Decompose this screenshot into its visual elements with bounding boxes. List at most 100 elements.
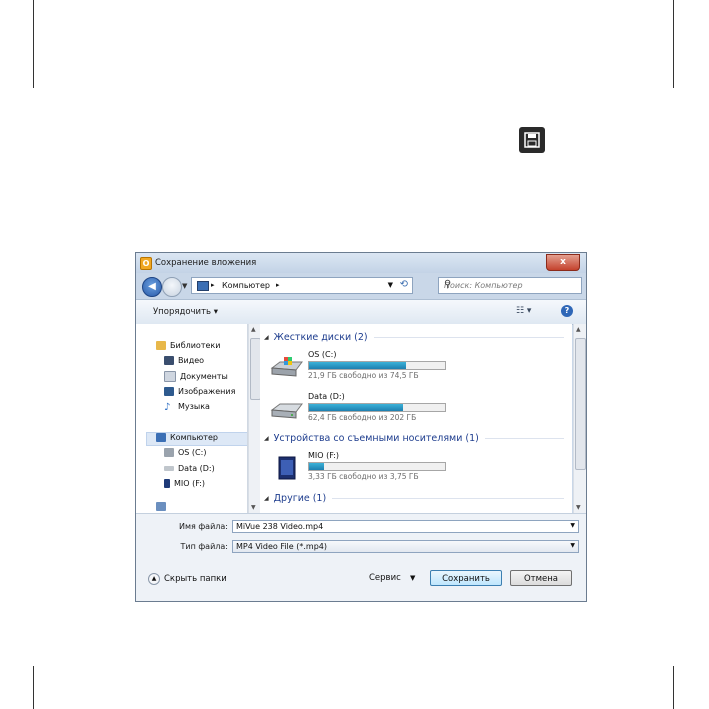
sidebar-item-label: Библиотеки [170,341,221,350]
libraries-icon [156,341,166,350]
usage-fill [309,463,324,470]
breadcrumb-arrow-icon[interactable]: ▸ [211,281,215,289]
filename-value: MiVue 238 Video.mp4 [236,522,324,531]
close-button[interactable]: x [546,254,580,271]
drive-free-space: 3,33 ГБ свободно из 3,75 ГБ [308,472,419,481]
drive-name: MIO (F:) [308,451,340,460]
collapse-triangle-icon[interactable]: ◢ [264,495,269,502]
navigation-pane: Библиотеки Видео Документы Изображения ♪… [136,324,248,513]
back-button[interactable]: ◀ [142,277,162,297]
drive-usage-bar [308,403,446,412]
group-header-other[interactable]: ◢ Другие (1) [264,493,564,504]
music-note-icon: ♪ [164,402,171,413]
sidebar-item-network[interactable] [156,502,170,511]
drive-usage-bar [308,462,446,471]
drive-item-f[interactable]: MIO (F:) 3,33 ГБ свободно из 3,75 ГБ [270,451,560,487]
hide-folders-label: Скрыть папки [164,574,227,584]
sidebar-item-drive-c[interactable]: OS (C:) [164,448,206,457]
content-scrollbar[interactable]: ▲ ▼ [573,324,586,513]
collapse-triangle-icon[interactable]: ◢ [264,435,269,442]
windows-drive-icon [270,357,303,377]
sidebar-item-label: Data (D:) [178,464,215,473]
sidebar-item-computer[interactable]: Компьютер [156,433,218,442]
scrollbar-thumb[interactable] [575,338,586,470]
sidebar-item-libraries[interactable]: Библиотеки [156,341,220,350]
group-divider [484,438,564,439]
group-header-label: Устройства со съемными носителями (1) [273,433,479,444]
sidebar-item-label: Видео [178,356,205,365]
history-dropdown-icon[interactable]: ▼ [182,282,187,290]
sidebar-item-label: Документы [180,372,228,381]
hide-folders-button[interactable]: ▲ Скрыть папки [148,573,227,585]
drive-item-c[interactable]: OS (C:) 21,9 ГБ свободно из 74,5 ГБ [270,350,560,386]
scroll-down-arrow-icon[interactable]: ▼ [576,504,581,511]
sidebar-item-label: MIO (F:) [174,479,206,488]
drive-name: OS (C:) [308,350,337,359]
address-dropdown-icon[interactable]: ▼ [388,281,393,289]
computer-icon [156,433,166,442]
filetype-value: MP4 Video File (*.mp4) [236,542,327,551]
filename-input[interactable]: MiVue 238 Video.mp4 ▼ [232,520,579,533]
drive-icon [164,466,174,471]
title-bar: O Сохранение вложения x [136,253,586,273]
drive-item-d[interactable]: Data (D:) 62,4 ГБ свободно из 202 ГБ [270,392,560,428]
collapse-triangle-icon[interactable]: ◢ [264,334,269,341]
drive-usage-bar [308,361,446,370]
sidebar-item-label: Изображения [178,387,236,396]
address-bar[interactable]: ▸ Компьютер ▸ ▼ ⟲ [191,277,413,294]
save-button[interactable]: Сохранить [430,570,502,586]
sidebar-item-drive-d[interactable]: Data (D:) [164,464,215,473]
dialog-title: Сохранение вложения [155,258,257,268]
group-divider [373,337,564,338]
scroll-up-arrow-icon[interactable]: ▲ [251,326,256,333]
breadcrumb-computer[interactable]: Компьютер [222,281,270,290]
sidebar-item-label: OS (C:) [178,448,207,457]
drive-free-space: 21,9 ГБ свободно из 74,5 ГБ [308,371,419,380]
filetype-select[interactable]: MP4 Video File (*.mp4) ▼ [232,540,579,553]
tools-dropdown-icon[interactable]: ▼ [410,574,415,582]
tools-button[interactable]: Сервис [369,573,401,583]
collapse-arrow-icon: ▲ [148,573,160,585]
crop-mark-top-left [33,0,34,88]
sidebar-item-label: Музыка [178,402,210,411]
group-header-hard-drives[interactable]: ◢ Жесткие диски (2) [264,332,564,343]
usage-fill [309,362,406,369]
usage-fill [309,404,403,411]
scroll-down-arrow-icon[interactable]: ▼ [251,504,256,511]
sidebar-item-pictures[interactable]: Изображения [164,387,235,396]
group-header-removable[interactable]: ◢ Устройства со съемными носителями (1) [264,433,564,444]
forward-button[interactable] [162,277,182,297]
group-divider [332,498,564,499]
filename-label: Имя файла: [178,522,228,531]
file-list-pane: ◢ Жесткие диски (2) OS (C:) 21,9 ГБ своб… [260,324,572,513]
documents-icon [164,371,176,382]
sidebar-item-music[interactable]: ♪ Музыка [164,402,210,413]
crop-mark-bottom-left [33,666,34,709]
drive-free-space: 62,4 ГБ свободно из 202 ГБ [308,413,417,422]
breadcrumb-arrow-icon[interactable]: ▸ [276,281,280,289]
scroll-up-arrow-icon[interactable]: ▲ [576,326,581,333]
group-header-label: Жесткие диски (2) [273,332,368,343]
search-icon[interactable]: ⚲ [444,279,577,290]
sidebar-item-label: Компьютер [170,433,218,442]
cancel-button[interactable]: Отмена [510,570,572,586]
pictures-icon [164,387,174,396]
removable-device-icon [278,456,296,480]
save-attachment-dialog: O Сохранение вложения x ◀ ▼ ▸ Компьютер … [135,252,587,602]
view-options-icon[interactable]: ☷ ▾ [516,306,531,316]
help-icon[interactable]: ? [561,305,573,317]
video-icon [164,356,174,365]
dropdown-arrow-icon[interactable]: ▼ [570,522,575,529]
dropdown-arrow-icon[interactable]: ▼ [570,542,575,549]
sidebar-item-documents[interactable]: Документы [164,371,228,382]
outlook-app-icon: O [140,257,152,270]
search-input[interactable]: Поиск: Компьютер ⚲ [438,277,582,294]
floppy-save-icon [519,127,545,153]
group-header-label: Другие (1) [273,493,327,504]
system-drive-icon [164,448,174,457]
refresh-icon[interactable]: ⟲ [400,279,408,290]
organize-button[interactable]: Упорядочить ▾ [153,307,218,317]
sidebar-item-video[interactable]: Видео [164,356,204,365]
network-icon [156,502,166,511]
sidebar-item-drive-f[interactable]: MIO (F:) [164,479,205,488]
